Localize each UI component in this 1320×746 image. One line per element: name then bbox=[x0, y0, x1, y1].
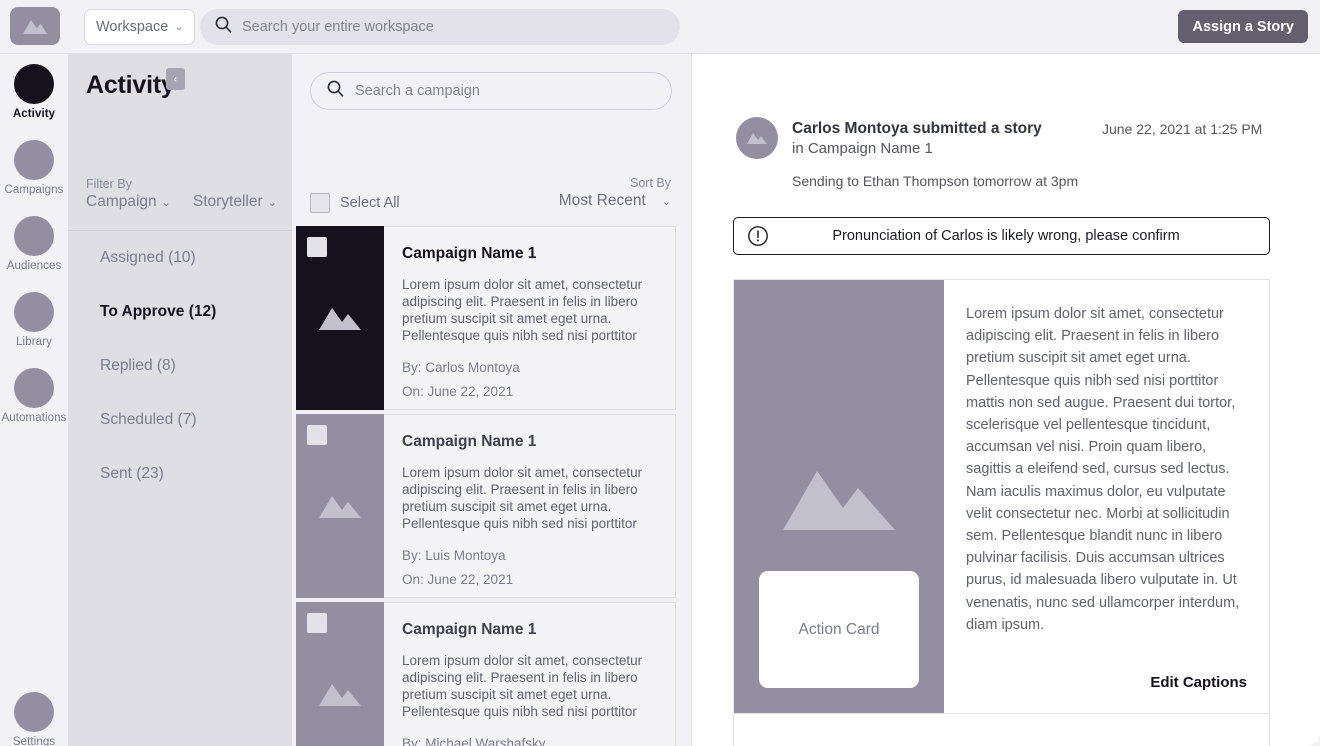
settings-icon bbox=[14, 692, 54, 732]
activity-panel: Activity ‹ Filter By Campaign ⌄ Storytell… bbox=[68, 54, 292, 746]
story-preview: Action Card Lorem ipsum dolor sit amet, … bbox=[733, 279, 1270, 714]
activity-item-to-approve[interactable]: To Approve (12) bbox=[68, 285, 292, 339]
campaign-card-desc: Lorem ipsum dolor sit amet, consectetur … bbox=[402, 277, 643, 343]
story-transcript: Lorem ipsum dolor sit amet, consectetur … bbox=[944, 280, 1269, 713]
campaign-card-date: On: June 22, 2021 bbox=[402, 384, 514, 399]
story-campaign: in Campaign Name 1 bbox=[792, 140, 933, 157]
sidebar-item-activity[interactable]: Activity bbox=[0, 64, 68, 120]
chevron-down-icon: ⌄ bbox=[161, 196, 171, 209]
campaign-thumbnail bbox=[296, 226, 384, 410]
activity-item-scheduled[interactable]: Scheduled (7) bbox=[68, 393, 292, 447]
checkbox-icon bbox=[310, 193, 330, 213]
campaign-thumbnail bbox=[296, 602, 384, 746]
card-checkbox-icon[interactable] bbox=[307, 425, 327, 445]
select-all-checkbox[interactable]: Select All bbox=[310, 193, 400, 213]
search-icon bbox=[327, 80, 344, 102]
chevron-down-icon: ⌄ bbox=[661, 195, 671, 208]
card-checkbox-icon[interactable] bbox=[307, 613, 327, 633]
campaign-card-author: By: Michael Warshafsky bbox=[402, 736, 546, 746]
avatar bbox=[736, 117, 778, 159]
campaign-card[interactable]: Campaign Name 1 Lorem ipsum dolor sit am… bbox=[296, 226, 676, 410]
filter-storyteller-label: Storyteller bbox=[192, 193, 263, 210]
sidebar-item-label: Automations bbox=[1, 412, 67, 424]
campaign-card-body: Campaign Name 1 Lorem ipsum dolor sit am… bbox=[384, 602, 676, 746]
chevron-left-icon[interactable]: ‹ bbox=[165, 68, 185, 90]
campaign-search-placeholder: Search a campaign bbox=[355, 83, 480, 99]
filter-storyteller-dropdown[interactable]: Storyteller ⌄ bbox=[193, 193, 277, 211]
campaign-card-body: Campaign Name 1 Lorem ipsum dolor sit am… bbox=[384, 414, 676, 598]
workspace-label: Workspace bbox=[96, 19, 169, 35]
sidebar-item-campaigns[interactable]: Campaigns bbox=[0, 140, 68, 196]
campaign-card-author: By: Luis Montoya bbox=[402, 548, 506, 563]
activity-status-list: Assigned (10) To Approve (12) Replied (8… bbox=[68, 231, 292, 501]
campaign-card-title: Campaign Name 1 bbox=[402, 433, 537, 450]
select-all-label: Select All bbox=[340, 195, 400, 211]
workspace-selector[interactable]: Workspace ⌄ bbox=[84, 9, 196, 45]
campaign-card-title: Campaign Name 1 bbox=[402, 245, 537, 262]
activity-item-assigned[interactable]: Assigned (10) bbox=[68, 231, 292, 285]
story-timestamp: June 22, 2021 at 1:25 PM bbox=[1102, 121, 1263, 137]
app-window: Workspace ⌄ Search your entire workspace… bbox=[0, 0, 1320, 746]
campaigns-icon bbox=[14, 140, 54, 180]
sidebar-item-automations[interactable]: Automations bbox=[0, 368, 68, 424]
story-transcript-text: Lorem ipsum dolor sit amet, consectetur … bbox=[966, 306, 1240, 633]
story-title: Carlos Montoya submitted a story bbox=[792, 120, 1042, 137]
primary-nav-rail: Activity Campaigns Audiences Library Aut… bbox=[0, 54, 68, 746]
filter-controls: Campaign ⌄ Storyteller ⌄ bbox=[86, 193, 277, 211]
campaign-card-desc: Lorem ipsum dolor sit amet, consectetur … bbox=[402, 653, 643, 719]
campaign-card-title: Campaign Name 1 bbox=[402, 621, 537, 638]
campaign-cards: Campaign Name 1 Lorem ipsum dolor sit am… bbox=[296, 226, 688, 746]
campaign-card-date: On: June 22, 2021 bbox=[402, 572, 514, 587]
audiences-icon bbox=[14, 216, 54, 256]
campaign-card[interactable]: Campaign Name 1 Lorem ipsum dolor sit am… bbox=[296, 602, 676, 746]
chevron-down-icon: ⌄ bbox=[174, 20, 184, 33]
story-detail-panel: Carlos Montoya submitted a story in Camp… bbox=[692, 54, 1320, 746]
activity-icon bbox=[14, 64, 54, 104]
card-checkbox-icon[interactable] bbox=[307, 237, 327, 257]
campaign-card-desc: Lorem ipsum dolor sit amet, consectetur … bbox=[402, 465, 643, 531]
campaign-search-input[interactable]: Search a campaign bbox=[310, 72, 672, 110]
sidebar-item-label: Audiences bbox=[6, 260, 62, 272]
action-card[interactable]: Action Card bbox=[759, 571, 919, 688]
sidebar-item-settings[interactable]: Settings bbox=[0, 692, 68, 746]
warning-banner: Pronunciation of Carlos is likely wrong,… bbox=[733, 217, 1270, 255]
sidebar-item-label: Settings bbox=[12, 736, 56, 746]
global-search-placeholder: Search your entire workspace bbox=[242, 19, 434, 35]
top-bar: Workspace ⌄ Search your entire workspace… bbox=[0, 0, 1320, 54]
alert-circle-icon bbox=[747, 225, 769, 247]
story-schedule-note: Sending to Ethan Thompson tomorrow at 3p… bbox=[792, 173, 1079, 189]
sort-by-control[interactable]: Sort By Most Recent ⌄ bbox=[559, 176, 671, 210]
sort-by-value: Most Recent bbox=[558, 192, 646, 209]
warning-message: Pronunciation of Carlos is likely wrong,… bbox=[832, 228, 1180, 244]
campaign-card[interactable]: Campaign Name 1 Lorem ipsum dolor sit am… bbox=[296, 414, 676, 598]
sidebar-item-label: Library bbox=[16, 336, 52, 348]
search-icon bbox=[215, 16, 232, 38]
filter-campaign-dropdown[interactable]: Campaign ⌄ bbox=[86, 193, 171, 211]
filter-by-label: Filter By bbox=[86, 177, 132, 191]
global-search-input[interactable]: Search your entire workspace bbox=[200, 9, 680, 45]
page-title: Activity ‹ bbox=[86, 68, 185, 100]
campaign-card-body: Campaign Name 1 Lorem ipsum dolor sit am… bbox=[384, 226, 676, 410]
mountain-logo-icon[interactable] bbox=[10, 7, 60, 45]
story-action-bar: Reject Approve bbox=[733, 714, 1270, 746]
filter-campaign-label: Campaign bbox=[86, 193, 157, 210]
sidebar-item-library[interactable]: Library bbox=[0, 292, 68, 348]
campaign-list-panel: Search a campaign Select All Sort By Mos… bbox=[292, 54, 692, 746]
library-icon bbox=[14, 292, 54, 332]
campaign-thumbnail bbox=[296, 414, 384, 598]
story-media-placeholder[interactable]: Action Card bbox=[734, 280, 944, 713]
sidebar-item-label: Campaigns bbox=[4, 184, 64, 196]
chevron-down-icon: ⌄ bbox=[267, 196, 277, 209]
automations-icon bbox=[14, 368, 54, 408]
sort-by-label: Sort By bbox=[630, 176, 671, 190]
activity-item-replied[interactable]: Replied (8) bbox=[68, 339, 292, 393]
sidebar-item-label: Activity bbox=[12, 108, 56, 120]
edit-captions-button[interactable]: Edit Captions bbox=[1150, 674, 1247, 691]
campaign-card-author: By: Carlos Montoya bbox=[402, 360, 520, 375]
activity-item-sent[interactable]: Sent (23) bbox=[68, 447, 292, 501]
assign-a-story-button[interactable]: Assign a Story bbox=[1178, 10, 1308, 43]
sidebar-item-audiences[interactable]: Audiences bbox=[0, 216, 68, 272]
